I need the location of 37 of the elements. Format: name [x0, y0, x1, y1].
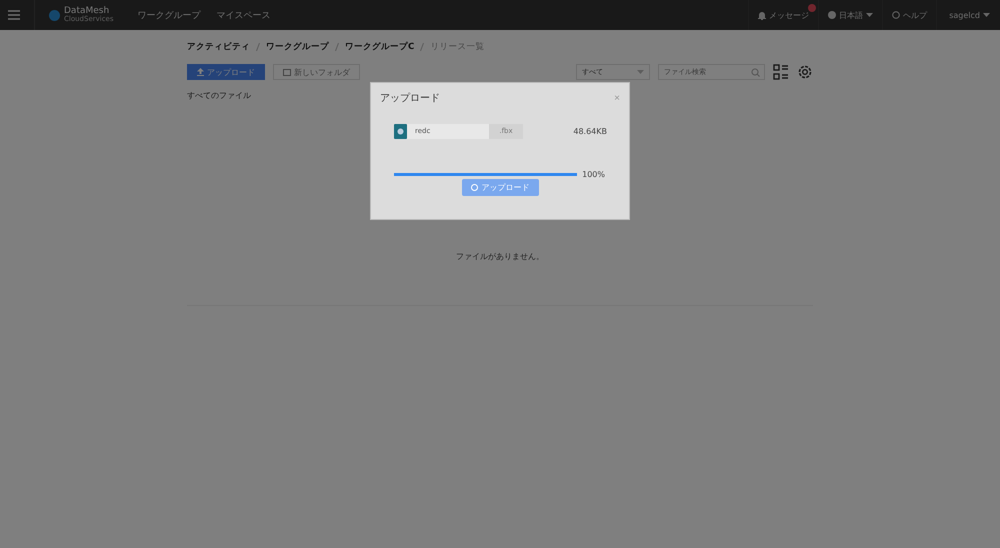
file-icon: [394, 124, 407, 139]
globe-icon: [828, 11, 836, 19]
language-selector[interactable]: 日本語: [818, 0, 882, 30]
close-button[interactable]: ×: [614, 92, 620, 104]
dialog-title: アップロード: [380, 92, 440, 105]
file-size: 48.64KB: [573, 127, 607, 136]
logo-icon: [49, 10, 60, 20]
breadcrumb-item[interactable]: ワークグループC: [345, 41, 414, 53]
user-menu[interactable]: sagelcd: [936, 0, 1000, 30]
help-link[interactable]: ヘルプ: [882, 0, 936, 30]
upload-icon: [197, 68, 204, 76]
breadcrumb-separator-icon: [256, 43, 260, 51]
folder-icon: [283, 68, 291, 76]
upload-button[interactable]: アップロード: [187, 64, 265, 80]
breadcrumb-separator-icon: [335, 43, 339, 51]
upload-icon: [470, 184, 478, 191]
nav-link[interactable]: ワークグループ: [130, 8, 209, 22]
help-icon: [892, 11, 900, 19]
nav-link[interactable]: マイスペース: [208, 8, 279, 22]
messages-link[interactable]: メッセージ: [748, 0, 818, 30]
breadcrumb-item[interactable]: リリース一覧: [430, 41, 484, 53]
caret-icon: [983, 13, 990, 17]
brand-name: DataMesh: [64, 7, 110, 15]
settings-icon[interactable]: [797, 64, 813, 80]
caret-icon: [866, 13, 874, 17]
progress-percent: 100%: [582, 170, 605, 179]
breadcrumb-item[interactable]: ワークグループ: [266, 41, 329, 53]
empty-message: ファイルがありません。: [456, 251, 544, 262]
section-title: すべてのファイル: [187, 90, 251, 101]
menu-icon[interactable]: [8, 10, 20, 20]
bell-icon: [758, 10, 766, 20]
grid-view-icon[interactable]: [773, 64, 789, 80]
new-folder-button[interactable]: 新しいフォルダ: [273, 64, 360, 80]
breadcrumb-item[interactable]: アクティビティ: [187, 41, 250, 53]
breadcrumb-separator-icon: [420, 43, 424, 51]
caret-icon: [637, 70, 644, 74]
search-icon: [751, 68, 760, 77]
